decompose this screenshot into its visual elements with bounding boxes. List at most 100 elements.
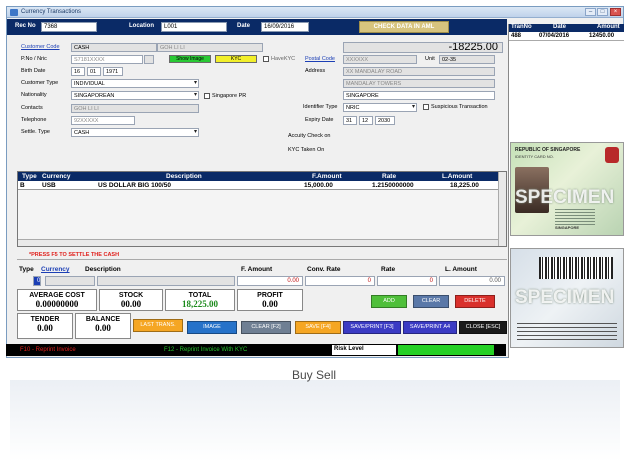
show-image-button[interactable]: Show Image [169, 55, 211, 63]
grid-col-rate: Rate [382, 173, 397, 180]
entry-row: Type Currency Description F. Amount Conv… [17, 259, 507, 289]
grid-header: Type Currency Description F.Amount Rate … [18, 172, 506, 181]
entry-rate-header: Rate [381, 266, 396, 273]
balance-amount: -18225.00 [343, 42, 503, 53]
close-window-button[interactable]: × [610, 8, 621, 16]
birth-year-field[interactable]: 1971 [103, 67, 123, 76]
singapore-pr-label: Singapore PR [212, 93, 247, 99]
contacts-label: Contacts [21, 105, 43, 111]
row-currency: USB [42, 182, 56, 189]
row-description: US DOLLAR BIG 100/50 [98, 182, 171, 189]
address-line1-field[interactable]: XX MANDALAY ROAD [343, 67, 495, 76]
expiry-year-field[interactable]: 2030 [375, 116, 395, 125]
rec-no-field[interactable]: 7368 [41, 22, 97, 32]
suspicious-transaction-checkbox[interactable] [423, 104, 429, 110]
entry-lamount-header: L. Amount [445, 266, 477, 273]
pno-field[interactable]: S7181XXXX [71, 55, 143, 64]
kyc-button[interactable]: KYC [215, 55, 257, 63]
pno-lookup-button[interactable] [144, 55, 154, 64]
address-line2-field[interactable]: MANDALAY TOWERS [343, 79, 495, 88]
maximize-button[interactable]: □ [597, 8, 608, 16]
unit-field[interactable]: 02-35 [439, 55, 495, 64]
entry-currency-field[interactable] [45, 276, 95, 286]
balance-value: 0.00 [95, 323, 111, 333]
save-print-a4-button[interactable]: SAVE/PRINT A4 [403, 321, 457, 334]
location-label: Location [129, 23, 154, 29]
accuity-check-label: Accuity Check on [288, 133, 331, 139]
suspicious-transaction-label: Suspicious Transaction [431, 104, 488, 110]
tender-panel: TENDER 0.00 [17, 313, 73, 339]
country-field[interactable]: SINGAPORE [343, 91, 495, 100]
entry-type-field[interactable]: 0 [33, 276, 41, 286]
settle-type-label: Settle. Type [21, 129, 50, 135]
location-field[interactable]: L001 [161, 22, 227, 32]
postal-code-label[interactable]: Postal Code [305, 56, 335, 62]
specimen-watermark-back: SPECIMEN [515, 287, 615, 308]
delete-button[interactable]: DELETE [455, 295, 495, 308]
table-row[interactable]: B USB US DOLLAR BIG 100/50 15,000.00 1.2… [18, 181, 498, 190]
save-f4-button[interactable]: SAVE [F4] [295, 321, 341, 334]
birth-month-field[interactable]: 01 [87, 67, 101, 76]
tender-label: TENDER [30, 316, 60, 323]
risk-level-indicator [398, 345, 494, 355]
header-bar: Rec No 7368 Location L001 Date 16/09/201… [7, 19, 507, 35]
entry-conv-rate-field[interactable]: 0 [305, 276, 375, 286]
kyc-taken-label: KYC Taken On [288, 147, 325, 153]
reflection [10, 380, 620, 462]
profit-value: 0.00 [262, 299, 278, 309]
entry-currency-link[interactable]: Currency [41, 266, 70, 273]
save-print-f3-button[interactable]: SAVE/PRINT [F3] [343, 321, 401, 334]
birth-date-label: Birth Date [21, 68, 46, 74]
singapore-pr-checkbox[interactable] [204, 93, 210, 99]
nationality-select[interactable]: SINGAPOREAN [71, 91, 199, 100]
havekyc-checkbox[interactable] [263, 56, 269, 62]
unit-label: Unit [425, 56, 435, 62]
clear-button[interactable]: CLEAR [413, 295, 449, 308]
grid-horizontal-scrollbar[interactable] [18, 239, 498, 246]
entry-rate-field[interactable]: 0 [377, 276, 437, 286]
entry-type-header: Type [19, 266, 34, 273]
reprint-kyc-shortcut: F12 - Reprint Invoice With KYC [164, 347, 248, 353]
date-label: Date [237, 23, 251, 29]
history-col-date: Date [553, 24, 567, 30]
image-button[interactable]: IMAGE [187, 321, 237, 334]
last-trans-button[interactable]: LAST TRANS. [133, 319, 183, 332]
entry-lamount-field[interactable]: 0.00 [439, 276, 505, 286]
date-field[interactable]: 16/09/2016 [261, 22, 309, 32]
close-esc-button[interactable]: CLOSE [ESC] [459, 321, 507, 334]
row-lamount: 18,225.00 [450, 182, 479, 189]
minimize-button[interactable]: – [585, 8, 596, 16]
customer-code-label[interactable]: Customer Code [21, 44, 60, 50]
identifier-type-select[interactable]: NRIC [343, 103, 417, 112]
customer-code-field[interactable]: CASH [71, 43, 157, 52]
history-date: 07/04/2016 [539, 33, 570, 39]
specimen-watermark-front: SPECIMEN [515, 187, 615, 208]
add-button[interactable]: ADD [371, 295, 407, 308]
entry-famount-field[interactable]: 0.00 [237, 276, 303, 286]
history-header: TranNo Date Amount [509, 24, 624, 32]
clear-f2-button[interactable]: CLEAR [F2] [241, 321, 291, 334]
pno-label: P.No / Nric [21, 56, 47, 62]
postal-code-field[interactable]: XXXXXX [343, 55, 417, 64]
caption: Buy Sell [292, 368, 337, 382]
telephone-field[interactable]: 92XXXXX [71, 116, 135, 125]
id-country-text: SINGAPORE [555, 225, 580, 230]
stock-panel: STOCK 00.00 [99, 289, 163, 311]
check-aml-button[interactable]: CHECK DATA IN AML [359, 21, 449, 33]
history-col-tranno: TranNo [511, 24, 532, 30]
settle-type-select[interactable]: CASH [71, 128, 199, 137]
entry-description-field[interactable] [97, 276, 235, 286]
contacts-field[interactable]: GOH LI LI [71, 104, 199, 113]
rec-no-label: Rec No [15, 23, 36, 29]
expiry-month-field[interactable]: 12 [359, 116, 373, 125]
expiry-date-label: Expiry Date [305, 117, 334, 123]
birth-day-field[interactable]: 16 [71, 67, 85, 76]
history-amount: 12450.00 [589, 33, 615, 39]
history-row[interactable]: 488 07/04/2016 12450.00 [509, 33, 624, 41]
customer-type-select[interactable]: INDIVIDUAL [71, 79, 199, 88]
transaction-grid: Type Currency Description F.Amount Rate … [17, 171, 507, 247]
grid-col-type: Type [22, 173, 37, 180]
grid-vertical-scrollbar[interactable] [498, 172, 506, 246]
expiry-day-field[interactable]: 31 [343, 116, 357, 125]
telephone-label: Telephone [21, 117, 47, 123]
